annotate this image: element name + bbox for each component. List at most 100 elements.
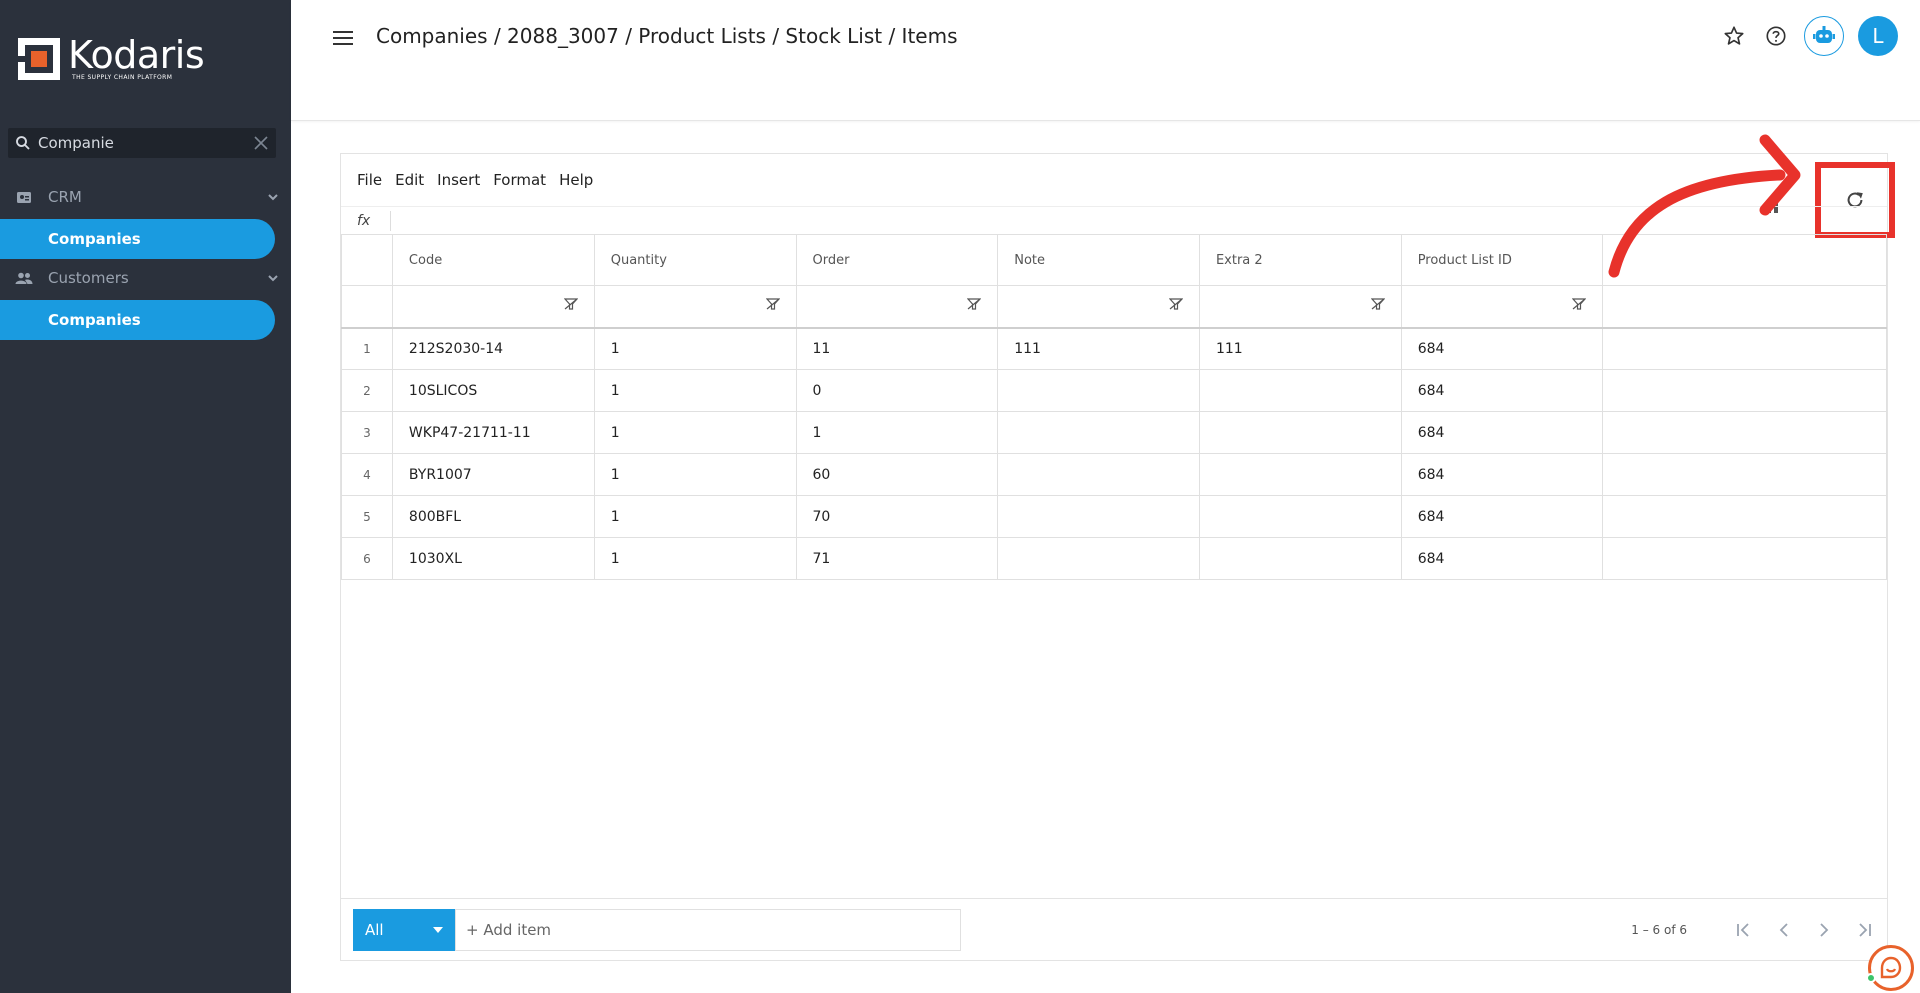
cell-quantity[interactable]: 1 <box>593 453 797 496</box>
row-number[interactable]: 6 <box>341 537 393 580</box>
first-page-icon[interactable] <box>1731 917 1757 943</box>
cell-code[interactable]: 212S2030-14 <box>391 326 595 370</box>
cell-order[interactable]: 0 <box>795 369 999 412</box>
cell-product-list-id[interactable]: 684 <box>1400 326 1604 370</box>
cell-note[interactable]: 111 <box>997 326 1200 370</box>
clear-search-icon[interactable] <box>246 136 276 150</box>
kodaris-logo-mark-icon <box>18 37 60 80</box>
cell-extra-2[interactable] <box>1198 369 1402 412</box>
chat-support-icon[interactable] <box>1868 945 1914 991</box>
menu-file[interactable]: File <box>357 171 382 189</box>
row-number[interactable]: 5 <box>341 495 393 538</box>
cell-order[interactable]: 1 <box>795 411 999 454</box>
filter-cell[interactable] <box>391 285 595 328</box>
column-header-product-list-id[interactable]: Product List ID <box>1400 234 1604 286</box>
menu-insert[interactable]: Insert <box>437 171 480 189</box>
cell-order[interactable]: 70 <box>795 495 999 538</box>
cell-extra-2[interactable] <box>1198 495 1402 538</box>
table-row[interactable]: 3 WKP47-21711-11 1 1 684 <box>341 411 1887 454</box>
filter-cell[interactable] <box>593 285 797 328</box>
next-page-icon[interactable] <box>1811 917 1837 943</box>
row-number[interactable]: 2 <box>341 369 393 412</box>
cell-product-list-id[interactable]: 684 <box>1400 369 1604 412</box>
last-page-icon[interactable] <box>1851 917 1877 943</box>
user-avatar[interactable]: L <box>1858 16 1898 56</box>
menu-edit[interactable]: Edit <box>395 171 424 189</box>
table-row[interactable]: 5 800BFL 1 70 684 <box>341 495 1887 538</box>
cell-code[interactable]: 1030XL <box>391 537 595 580</box>
cell-empty <box>1602 537 1887 580</box>
cell-extra-2[interactable]: 111 <box>1198 326 1402 370</box>
column-header-code[interactable]: Code <box>391 234 595 286</box>
filter-cell[interactable] <box>997 285 1200 328</box>
table-row[interactable]: 6 1030XL 1 71 684 <box>341 537 1887 580</box>
table-row[interactable]: 4 BYR1007 1 60 684 <box>341 453 1887 496</box>
column-header-order[interactable]: Order <box>795 234 999 286</box>
cell-note[interactable] <box>997 369 1200 412</box>
cell-note[interactable] <box>997 495 1200 538</box>
cell-extra-2[interactable] <box>1198 537 1402 580</box>
search-input[interactable]: Companie <box>38 134 246 152</box>
cell-order[interactable]: 71 <box>795 537 999 580</box>
add-item-input[interactable]: + Add item <box>455 909 961 951</box>
cell-quantity[interactable]: 1 <box>593 411 797 454</box>
cell-extra-2[interactable] <box>1198 453 1402 496</box>
nav-group-customers[interactable]: Customers <box>0 259 291 297</box>
assistant-bot-icon[interactable] <box>1804 16 1844 56</box>
cell-product-list-id[interactable]: 684 <box>1400 411 1604 454</box>
cell-quantity[interactable]: 1 <box>593 537 797 580</box>
cell-order[interactable]: 11 <box>795 326 999 370</box>
sidebar-search[interactable]: Companie <box>8 128 276 158</box>
filter-cell[interactable] <box>795 285 999 328</box>
nav-group-crm[interactable]: CRM <box>0 178 291 216</box>
cell-code[interactable]: 800BFL <box>391 495 595 538</box>
cell-empty <box>1602 411 1887 454</box>
row-number[interactable]: 1 <box>341 326 393 370</box>
filter-off-icon[interactable] <box>1572 298 1587 310</box>
column-header-quantity[interactable]: Quantity <box>593 234 797 286</box>
cell-quantity[interactable]: 1 <box>593 369 797 412</box>
cell-quantity[interactable]: 1 <box>593 495 797 538</box>
filter-off-icon[interactable] <box>966 298 982 310</box>
breadcrumb[interactable]: Companies / 2088_3007 / Product Lists / … <box>376 24 958 48</box>
cell-order[interactable]: 60 <box>795 453 999 496</box>
column-header-note[interactable]: Note <box>997 234 1200 286</box>
cell-code[interactable]: BYR1007 <box>391 453 595 496</box>
help-icon[interactable] <box>1762 22 1790 50</box>
corner-cell[interactable] <box>341 234 393 286</box>
sidebar-item-companies-crm[interactable]: Companies <box>0 219 275 259</box>
formula-bar[interactable]: fx <box>341 206 1887 234</box>
kodaris-logo[interactable]: Kodaris THE SUPPLY CHAIN PLATFORM <box>18 36 205 81</box>
cell-note[interactable] <box>997 537 1200 580</box>
menu-format[interactable]: Format <box>493 171 546 189</box>
star-icon[interactable] <box>1720 22 1748 50</box>
sidebar-item-companies-customers[interactable]: Companies <box>0 300 275 340</box>
cell-note[interactable] <box>997 453 1200 496</box>
cell-code[interactable]: WKP47-21711-11 <box>391 411 595 454</box>
cell-product-list-id[interactable]: 684 <box>1400 495 1604 538</box>
filter-off-icon[interactable] <box>563 298 579 310</box>
filter-off-icon[interactable] <box>1370 298 1386 310</box>
row-number[interactable]: 4 <box>341 453 393 496</box>
filter-cell[interactable] <box>1400 285 1604 328</box>
cell-extra-2[interactable] <box>1198 411 1402 454</box>
filter-off-icon[interactable] <box>1168 298 1184 310</box>
view-filter-select[interactable]: All <box>353 909 455 951</box>
filter-off-icon[interactable] <box>765 298 780 310</box>
cell-code[interactable]: 10SLICOS <box>391 369 595 412</box>
table-row[interactable]: 1 212S2030-14 1 11 111 111 684 <box>341 326 1887 370</box>
spreadsheet-panel: File Edit Insert Format Help fx Code Qua… <box>340 153 1895 961</box>
menu-help[interactable]: Help <box>559 171 593 189</box>
cell-product-list-id[interactable]: 684 <box>1400 453 1604 496</box>
cell-note[interactable] <box>997 411 1200 454</box>
row-number[interactable]: 3 <box>341 411 393 454</box>
cell-quantity[interactable]: 1 <box>593 326 797 370</box>
cell-product-list-id[interactable]: 684 <box>1400 537 1604 580</box>
filter-cell[interactable] <box>1198 285 1402 328</box>
table-row[interactable]: 2 10SLICOS 1 0 684 <box>341 369 1887 412</box>
filter-row <box>341 285 1887 328</box>
filter-row-label <box>341 285 393 328</box>
column-header-extra-2[interactable]: Extra 2 <box>1198 234 1402 286</box>
hamburger-menu-icon[interactable] <box>331 26 355 50</box>
previous-page-icon[interactable] <box>1771 917 1797 943</box>
